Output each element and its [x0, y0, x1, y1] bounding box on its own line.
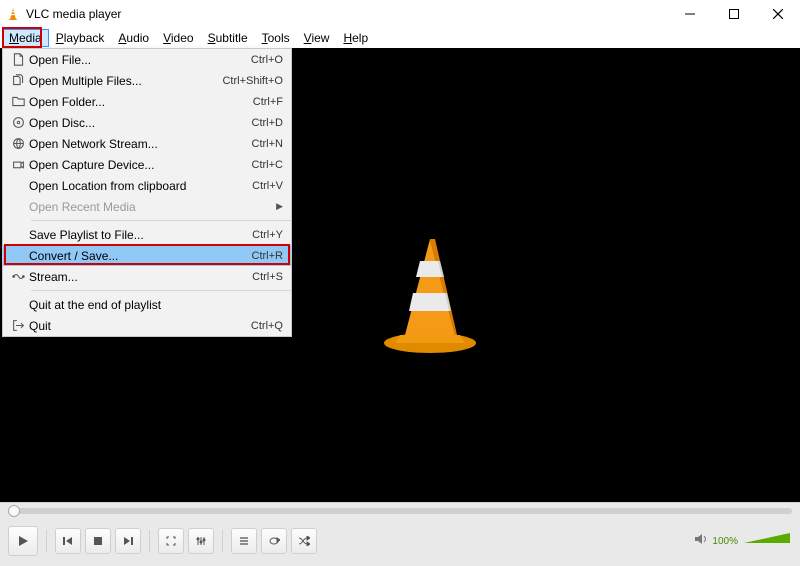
- menu-item-label: Convert / Save...: [29, 249, 242, 263]
- quit-icon: [7, 319, 29, 332]
- menu-item-label: Open Capture Device...: [29, 158, 242, 172]
- menu-item-label: Quit at the end of playlist: [29, 298, 283, 312]
- loop-button[interactable]: [261, 528, 287, 554]
- menu-item-shortcut: Ctrl+N: [242, 138, 283, 150]
- menu-item-label: Save Playlist to File...: [29, 228, 242, 242]
- network-icon: [7, 137, 29, 150]
- menu-item-open-multiple-files[interactable]: Open Multiple Files...Ctrl+Shift+O: [3, 70, 291, 91]
- menu-item-label: Stream...: [29, 270, 242, 284]
- menu-item-label: Open Multiple Files...: [29, 74, 212, 88]
- volume-control: 100%: [694, 531, 792, 552]
- menu-item-label: Open Disc...: [29, 116, 242, 130]
- previous-button[interactable]: [55, 528, 81, 554]
- vlc-cone-icon: [6, 7, 20, 21]
- menu-item-label: Open File...: [29, 53, 241, 67]
- disc-icon: [7, 116, 29, 129]
- bottom-controls: 100%: [0, 502, 800, 566]
- media-menu-dropdown: Open File...Ctrl+OOpen Multiple Files...…: [2, 48, 292, 337]
- extended-settings-button[interactable]: [188, 528, 214, 554]
- menu-item-open-disc[interactable]: Open Disc...Ctrl+D: [3, 112, 291, 133]
- title-left: VLC media player: [6, 7, 121, 21]
- menu-item-quit-at-the-end-of-playlist[interactable]: Quit at the end of playlist: [3, 294, 291, 315]
- menu-item-open-recent-media: Open Recent Media▶: [3, 196, 291, 217]
- seek-knob[interactable]: [8, 505, 20, 517]
- menu-media[interactable]: Media: [2, 29, 49, 47]
- menu-subtitle[interactable]: Subtitle: [201, 29, 255, 47]
- menu-item-shortcut: Ctrl+F: [243, 96, 283, 108]
- menu-item-open-folder[interactable]: Open Folder...Ctrl+F: [3, 91, 291, 112]
- menu-item-quit[interactable]: QuitCtrl+Q: [3, 315, 291, 336]
- seek-bar[interactable]: [0, 503, 800, 521]
- stop-button[interactable]: [85, 528, 111, 554]
- menu-item-shortcut: Ctrl+S: [242, 271, 283, 283]
- menu-item-shortcut: Ctrl+D: [242, 117, 283, 129]
- folder-icon: [7, 95, 29, 108]
- random-button[interactable]: [291, 528, 317, 554]
- menu-item-convert-save[interactable]: Convert / Save...Ctrl+R: [3, 245, 291, 266]
- menu-item-save-playlist-to-file[interactable]: Save Playlist to File...Ctrl+Y: [3, 224, 291, 245]
- minimize-button[interactable]: [668, 0, 712, 28]
- menu-item-shortcut: Ctrl+Shift+O: [212, 75, 283, 87]
- close-button[interactable]: [756, 0, 800, 28]
- next-button[interactable]: [115, 528, 141, 554]
- speaker-icon[interactable]: [694, 532, 708, 550]
- menu-bar: MediaPlaybackAudioVideoSubtitleToolsView…: [0, 28, 800, 48]
- file-icon: [7, 53, 29, 66]
- menu-item-shortcut: Ctrl+Y: [242, 229, 283, 241]
- menu-help[interactable]: Help: [336, 29, 375, 47]
- menu-item-shortcut: Ctrl+Q: [241, 320, 283, 332]
- fullscreen-button[interactable]: [158, 528, 184, 554]
- stream-icon: [7, 270, 29, 283]
- menu-video[interactable]: Video: [156, 29, 200, 47]
- menu-item-shortcut: Ctrl+R: [242, 250, 283, 262]
- menu-item-open-location-from-clipboard[interactable]: Open Location from clipboardCtrl+V: [3, 175, 291, 196]
- menu-playback[interactable]: Playback: [49, 29, 112, 47]
- playlist-button[interactable]: [231, 528, 257, 554]
- volume-slider[interactable]: [742, 531, 792, 552]
- menu-item-shortcut: Ctrl+V: [242, 180, 283, 192]
- menu-item-label: Open Recent Media: [29, 200, 283, 214]
- menu-item-open-capture-device[interactable]: Open Capture Device...Ctrl+C: [3, 154, 291, 175]
- menu-item-stream[interactable]: Stream...Ctrl+S: [3, 266, 291, 287]
- menu-item-label: Open Folder...: [29, 95, 243, 109]
- menu-tools[interactable]: Tools: [255, 29, 297, 47]
- files-icon: [7, 74, 29, 87]
- maximize-button[interactable]: [712, 0, 756, 28]
- menu-view[interactable]: View: [297, 29, 337, 47]
- menu-item-shortcut: Ctrl+O: [241, 54, 283, 66]
- playback-controls: 100%: [0, 521, 800, 561]
- menu-item-shortcut: Ctrl+C: [242, 159, 283, 171]
- menu-audio[interactable]: Audio: [111, 29, 156, 47]
- menu-separator: [31, 290, 291, 291]
- menu-item-open-file[interactable]: Open File...Ctrl+O: [3, 49, 291, 70]
- vlc-cone-logo: [375, 235, 485, 355]
- menu-item-label: Open Network Stream...: [29, 137, 242, 151]
- menu-separator: [31, 220, 291, 221]
- menu-item-label: Quit: [29, 319, 241, 333]
- menu-item-label: Open Location from clipboard: [29, 179, 242, 193]
- window-controls: [668, 0, 800, 28]
- title-bar: VLC media player: [0, 0, 800, 28]
- volume-percent: 100%: [712, 536, 738, 547]
- menu-item-open-network-stream[interactable]: Open Network Stream...Ctrl+N: [3, 133, 291, 154]
- submenu-arrow-icon: ▶: [276, 201, 283, 212]
- capture-icon: [7, 158, 29, 171]
- window-title: VLC media player: [26, 7, 121, 21]
- play-button[interactable]: [8, 526, 38, 556]
